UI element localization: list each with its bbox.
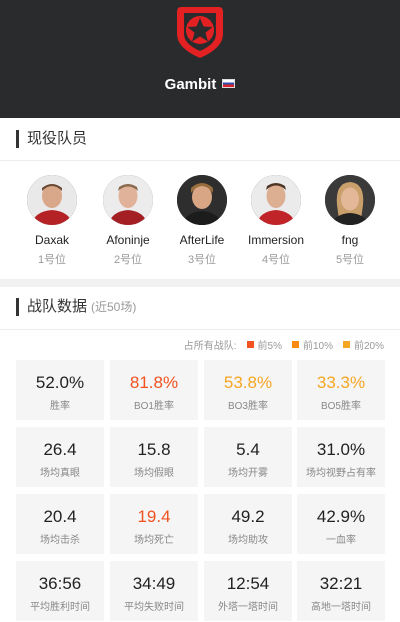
- stat-win-rate: 52.0% 胜率: [16, 360, 104, 420]
- roster-title: 现役队员: [16, 130, 87, 148]
- stat-label: 场均假眼: [134, 468, 174, 479]
- stat-first-outer-tower-time: 12:54 外塔一塔时间: [204, 561, 292, 621]
- stat-label: BO3胜率: [227, 401, 268, 412]
- stat-avg-deaths: 19.4 场均死亡: [110, 494, 198, 554]
- player-position: 5号位: [335, 254, 365, 266]
- player-card-afterlife[interactable]: AfterLife 3号位: [167, 175, 237, 267]
- stat-value: 34:49: [132, 574, 176, 593]
- stat-value: 12:54: [226, 574, 270, 593]
- stat-label: 场均击杀: [40, 535, 80, 546]
- stat-label: 场均助攻: [228, 535, 268, 546]
- stat-label: BO5胜率: [320, 401, 361, 412]
- stat-first-blood-rate: 42.9% 一血率: [297, 494, 385, 554]
- player-position: 3号位: [187, 254, 217, 266]
- legend-item-top20: 前20%: [353, 341, 384, 352]
- stat-avg-loss-time: 34:49 平均失败时间: [110, 561, 198, 621]
- stat-label: 一血率: [326, 535, 356, 546]
- ranking-legend: 占所有战队: 前5% 前10% 前20%: [184, 337, 384, 352]
- player-avatar: [103, 175, 153, 225]
- player-position: 2号位: [113, 254, 143, 266]
- stat-label: BO1胜率: [133, 401, 174, 412]
- stat-avg-win-time: 36:56 平均胜利时间: [16, 561, 104, 621]
- stat-value: 36:56: [38, 574, 82, 593]
- stat-label: 平均失败时间: [124, 602, 184, 613]
- roster-section: 现役队员 Daxak 1号位 Afoninje 2号位 AfterLife 3号…: [0, 118, 400, 279]
- player-name: fng: [341, 233, 359, 247]
- player-name: AfterLife: [179, 233, 225, 247]
- stat-value: 53.8%: [223, 373, 273, 392]
- stat-value: 33.3%: [316, 373, 366, 392]
- player-name: Afoninje: [106, 233, 150, 247]
- stat-value: 81.8%: [129, 373, 179, 392]
- stats-divider: [0, 329, 400, 330]
- stats-title: 战队数据 (近50场): [16, 298, 136, 316]
- stat-label: 场均真眼: [40, 468, 80, 479]
- stat-value: 26.4: [43, 440, 77, 459]
- player-avatar: [27, 175, 77, 225]
- stat-label: 场均开雾: [228, 468, 268, 479]
- player-card-daxak[interactable]: Daxak 1号位: [17, 175, 87, 267]
- legend-item-top10: 前10%: [302, 341, 333, 352]
- team-name: Gambit: [0, 76, 400, 93]
- legend-swatch-top20: [342, 341, 350, 348]
- legend-label: 占所有战队:: [183, 341, 237, 352]
- russia-flag-icon: [222, 79, 236, 88]
- stat-value: 5.4: [236, 440, 260, 459]
- stat-value: 19.4: [137, 507, 171, 526]
- team-stats-section: 战队数据 (近50场) 占所有战队: 前5% 前10% 前20% 52.0% 胜率 …: [0, 287, 400, 622]
- stat-value: 31.0%: [316, 440, 366, 459]
- legend-swatch-top5: [246, 341, 254, 348]
- stat-value: 52.0%: [35, 373, 85, 392]
- player-card-immersion[interactable]: Immersion 4号位: [241, 175, 311, 267]
- stat-label: 高地一塔时间: [311, 602, 371, 613]
- stat-avg-observer-wards: 26.4 场均真眼: [16, 427, 104, 487]
- legend-item-top5: 前5%: [257, 341, 282, 352]
- gambit-logo-icon: [177, 7, 223, 58]
- stat-label: 外塔一塔时间: [218, 602, 278, 613]
- player-avatar: [251, 175, 301, 225]
- stat-label: 场均死亡: [134, 535, 174, 546]
- stat-value: 20.4: [43, 507, 77, 526]
- stats-title-text: 战队数据: [27, 298, 88, 315]
- stat-avg-kills: 20.4 场均击杀: [16, 494, 104, 554]
- legend-swatch-top10: [291, 341, 299, 348]
- team-name-text: Gambit: [164, 76, 217, 93]
- stat-label: 平均胜利时间: [30, 602, 90, 613]
- stat-bo5-win-rate: 33.3% BO5胜率: [297, 360, 385, 420]
- stat-bo3-win-rate: 53.8% BO3胜率: [204, 360, 292, 420]
- stat-avg-sentry-wards: 15.8 场均假眼: [110, 427, 198, 487]
- player-card-afoninje[interactable]: Afoninje 2号位: [93, 175, 163, 267]
- player-name: Daxak: [34, 233, 69, 247]
- stat-value: 32:21: [319, 574, 363, 593]
- stat-label: 场均视野占有率: [306, 468, 376, 479]
- stat-vision-share: 31.0% 场均视野占有率: [297, 427, 385, 487]
- player-card-fng[interactable]: fng 5号位: [315, 175, 385, 267]
- roster-divider: [0, 160, 400, 161]
- player-name: Immersion: [247, 233, 304, 247]
- stat-value: 49.2: [231, 507, 265, 526]
- stat-avg-smokes: 5.4 场均开雾: [204, 427, 292, 487]
- stat-avg-assists: 49.2 场均助攻: [204, 494, 292, 554]
- player-position: 4号位: [261, 254, 291, 266]
- stat-value: 15.8: [137, 440, 171, 459]
- stats-subtitle: (近50场): [91, 300, 137, 314]
- roster-title-text: 现役队员: [27, 130, 88, 147]
- stat-value: 42.9%: [316, 507, 366, 526]
- player-avatar: [325, 175, 375, 225]
- stat-bo1-win-rate: 81.8% BO1胜率: [110, 360, 198, 420]
- team-header: Gambit: [0, 0, 400, 118]
- player-position: 1号位: [37, 254, 67, 266]
- player-avatar: [177, 175, 227, 225]
- stat-first-highground-tower-time: 32:21 高地一塔时间: [297, 561, 385, 621]
- stat-label: 胜率: [50, 401, 70, 412]
